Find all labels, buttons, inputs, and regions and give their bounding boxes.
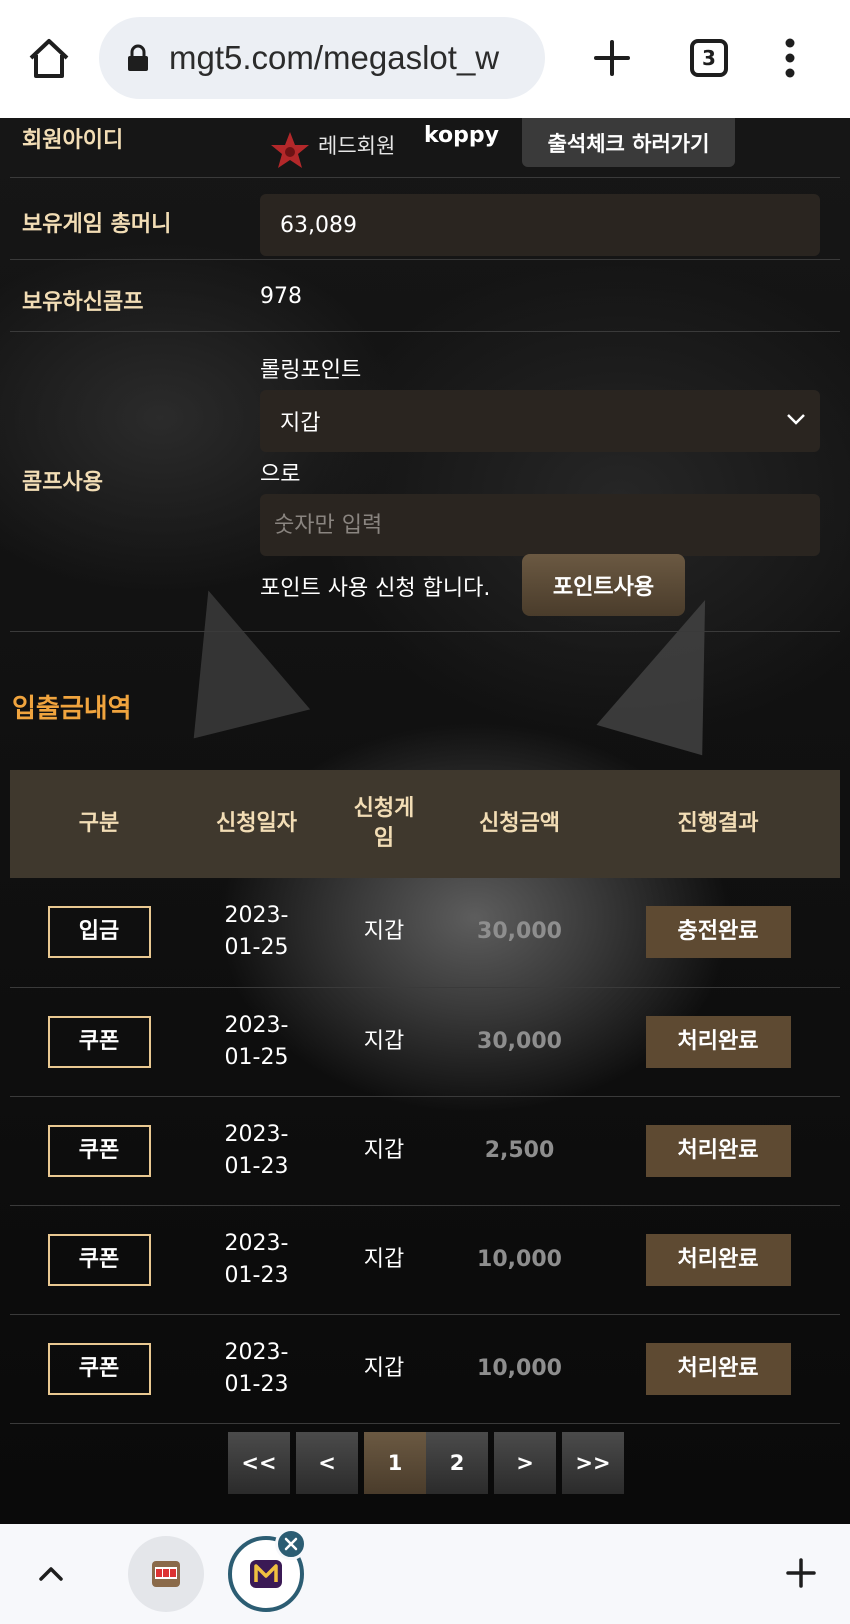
first-page-button[interactable]: << [228, 1432, 290, 1494]
wallet-select-value: 지갑 [280, 411, 321, 436]
table-row: 쿠폰 2023-01-23 지갑 10,000 처리완료 [10, 1205, 840, 1315]
amount-cell: 2,500 [484, 1137, 555, 1163]
last-page-button[interactable]: >> [562, 1432, 624, 1494]
header-date: 신청일자 [188, 770, 325, 878]
close-tab-button[interactable] [275, 1528, 307, 1560]
status-badge: 충전완료 [645, 906, 791, 959]
game-cell: 지갑 [363, 1137, 405, 1163]
browser-toolbar: mgt5.com/megaslot_w 3 [0, 0, 850, 118]
history-table: 구분 신청일자 신청게임 신청금액 진행결과 입금 2023-01-25 지갑 … [10, 770, 840, 1424]
comp-use-label: 콤프사용 [22, 470, 103, 495]
more-menu-icon[interactable] [785, 38, 795, 78]
to-label: 으로 [260, 462, 301, 487]
lock-icon [128, 44, 148, 71]
tab-thumbnail[interactable] [128, 1536, 204, 1612]
game-cell: 지갑 [363, 1246, 405, 1272]
chevron-up-icon[interactable] [38, 1564, 64, 1582]
member-id-row: 회원아이디 레드회원 koppy 출석체크 하러가기 [10, 118, 840, 178]
pagination: << < 1 2 > >> [0, 1432, 850, 1494]
chevron-down-icon [787, 414, 805, 425]
amount-cell: 10,000 [477, 1355, 562, 1381]
amount-cell: 10,000 [477, 1246, 562, 1272]
amount-cell: 30,000 [477, 1028, 562, 1054]
game-cell: 지갑 [363, 919, 405, 945]
comp-value: 978 [260, 284, 302, 309]
date-cell: 2023-01-25 [224, 1012, 289, 1070]
header-result: 진행결과 [596, 770, 840, 878]
money-row: 보유게임 총머니 63,089 [10, 178, 840, 260]
point-request-text: 포인트 사용 신청 합니다. [260, 576, 491, 601]
comp-row: 보유하신콤프 978 [10, 260, 840, 332]
member-id-label: 회원아이디 [22, 128, 124, 153]
url-text: mgt5.com/megaslot_w [169, 39, 500, 76]
prev-page-button[interactable]: < [296, 1432, 358, 1494]
point-amount-input[interactable] [260, 494, 820, 556]
header-amount: 신청금액 [443, 770, 596, 878]
table-row: 쿠폰 2023-01-25 지갑 30,000 처리완료 [10, 987, 840, 1097]
date-cell: 2023-01-23 [224, 1230, 289, 1288]
money-label: 보유게임 총머니 [22, 212, 172, 237]
date-cell: 2023-01-25 [224, 903, 289, 961]
home-icon[interactable] [26, 36, 72, 82]
checkin-button[interactable]: 출석체크 하러가기 [522, 118, 735, 167]
table-row: 입금 2023-01-25 지갑 30,000 충전완료 [10, 878, 840, 988]
date-cell: 2023-01-23 [224, 1121, 289, 1179]
comp-use-row: 콤프사용 롤링포인트 지갑 으로 포인트 사용 신청 합니다. 포인트사용 [10, 332, 840, 632]
history-title: 입출금내역 [12, 694, 132, 724]
table-header-row: 구분 신청일자 신청게임 신청금액 진행결과 [10, 770, 840, 878]
bottom-tab-strip [0, 1524, 850, 1624]
red-star-badge-icon [271, 132, 309, 168]
site-logo-icon [250, 1560, 282, 1588]
close-icon [284, 1537, 298, 1551]
comp-label: 보유하신콤프 [22, 290, 144, 315]
type-tag: 쿠폰 [47, 1342, 151, 1395]
table-row: 쿠폰 2023-01-23 지갑 2,500 처리완료 [10, 1096, 840, 1206]
page-content: 회원아이디 레드회원 koppy 출석체크 하러가기 보유게임 총머니 63,0… [0, 118, 850, 1524]
member-grade: 레드회원 [318, 134, 396, 158]
amount-cell: 30,000 [477, 919, 562, 945]
date-cell: 2023-01-23 [224, 1339, 289, 1397]
table-row: 쿠폰 2023-01-23 지갑 10,000 처리완료 [10, 1314, 840, 1424]
type-tag: 쿠폰 [47, 1124, 151, 1177]
address-bar[interactable]: mgt5.com/megaslot_w [99, 17, 545, 99]
money-value: 63,089 [260, 194, 820, 256]
type-tag: 쿠폰 [47, 1233, 151, 1286]
wallet-select[interactable]: 지갑 [260, 390, 820, 452]
page-2-button[interactable]: 2 [426, 1432, 488, 1494]
rolling-point-label: 롤링포인트 [260, 358, 362, 383]
tab-switcher-button[interactable]: 3 [690, 39, 728, 77]
user-id: koppy [424, 123, 499, 148]
game-cell: 지갑 [363, 1355, 405, 1381]
page-1-button[interactable]: 1 [364, 1432, 426, 1494]
status-badge: 처리완료 [645, 1233, 791, 1286]
add-tab-icon[interactable] [786, 1558, 816, 1588]
next-page-button[interactable]: > [494, 1432, 556, 1494]
new-tab-icon[interactable] [592, 38, 632, 78]
status-badge: 처리완료 [645, 1015, 791, 1068]
slot-machine-icon [152, 1561, 180, 1587]
tab-count: 3 [702, 46, 716, 70]
game-cell: 지갑 [363, 1028, 405, 1054]
header-game: 신청게임 [325, 770, 443, 878]
type-tag: 쿠폰 [47, 1015, 151, 1068]
type-tag: 입금 [47, 906, 151, 959]
status-badge: 처리완료 [645, 1124, 791, 1177]
header-type: 구분 [10, 770, 188, 878]
status-badge: 처리완료 [645, 1342, 791, 1395]
point-use-button[interactable]: 포인트사용 [522, 554, 685, 616]
